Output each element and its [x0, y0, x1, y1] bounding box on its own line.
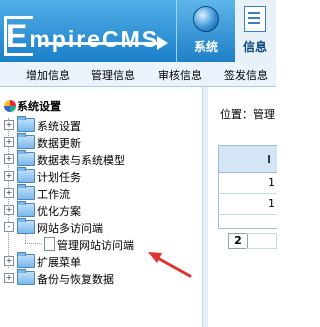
annotation-arrow-icon	[148, 252, 192, 278]
